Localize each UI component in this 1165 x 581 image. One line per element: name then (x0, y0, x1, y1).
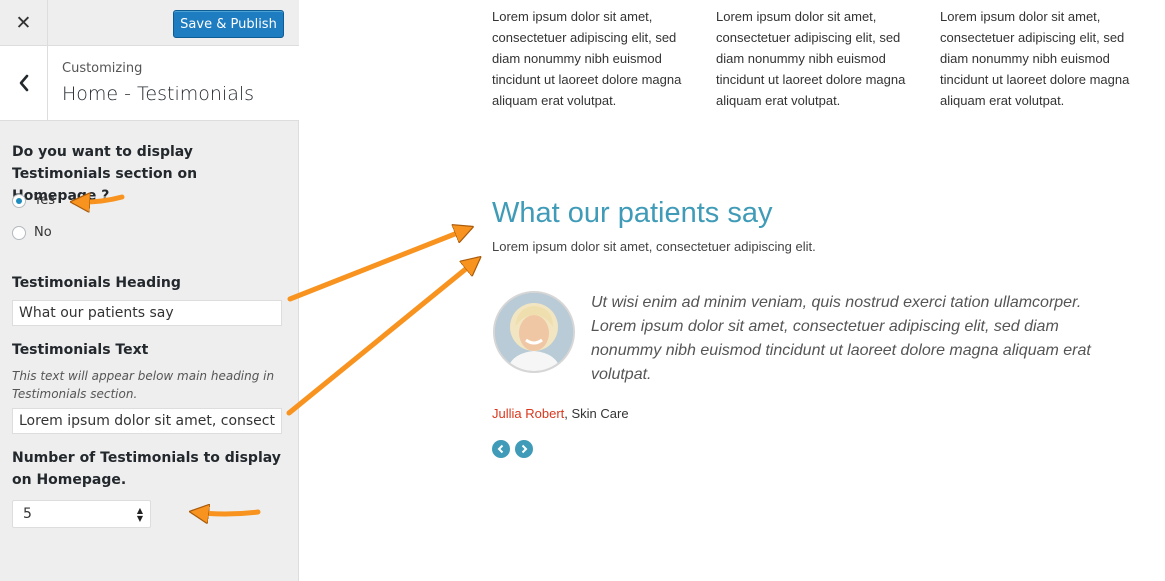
back-button[interactable] (0, 46, 48, 120)
feature-text-1: Lorem ipsum dolor sit amet, consectetuer… (492, 9, 682, 108)
customizer-header: ✕ Save & Publish (0, 0, 299, 46)
close-icon: ✕ (15, 12, 32, 34)
chevron-left-icon (497, 444, 504, 454)
prev-testimonial-button[interactable] (492, 440, 510, 458)
testimonial-quote: Ut wisi enim ad minim veniam, quis nostr… (591, 294, 1091, 383)
testimonials-text-description: This text will appear below main heading… (12, 369, 275, 401)
number-select-value: 5 (23, 506, 32, 522)
number-testimonials-select[interactable]: 5 ▲ ▼ (12, 500, 151, 528)
save-publish-button[interactable]: Save & Publish (173, 10, 284, 38)
testimonial-author: Jullia Robert, Skin Care (492, 406, 629, 421)
next-testimonial-button[interactable] (515, 440, 533, 458)
testimonials-heading-label: Testimonials Heading (12, 275, 181, 291)
close-customizer-button[interactable]: ✕ (0, 0, 48, 46)
testimonials-text-label: Testimonials Text (12, 342, 149, 358)
customizer-sidebar: ✕ Save & Publish Customizing Home - Test… (0, 0, 299, 581)
feature-text-3: Lorem ipsum dolor sit amet, consectetuer… (940, 9, 1130, 108)
chevron-right-icon (521, 444, 528, 454)
arrow-heading (287, 228, 470, 302)
radio-yes-circle[interactable] (12, 193, 26, 208)
radio-yes-label: Yes (34, 193, 55, 208)
testimonials-heading: What our patients say (492, 197, 773, 229)
testimonials-heading-input[interactable] (12, 300, 282, 326)
author-name: Jullia Robert (492, 406, 565, 421)
testimonials-text-input[interactable] (12, 408, 282, 434)
radio-no-label: No (34, 225, 52, 240)
select-arrows-icon: ▲ ▼ (136, 506, 143, 523)
chevron-left-icon (19, 74, 28, 92)
radio-no-circle[interactable] (12, 225, 26, 240)
feature-text-2: Lorem ipsum dolor sit amet, consectetuer… (716, 9, 906, 108)
radio-selected-dot (16, 197, 22, 204)
author-role: Skin Care (571, 406, 629, 421)
testimonial-avatar (493, 291, 575, 373)
author-separator: , (564, 406, 572, 421)
section-subtitle: Customizing (62, 61, 143, 76)
testimonials-subtext: Lorem ipsum dolor sit amet, consectetuer… (492, 239, 816, 254)
section-header: Customizing Home - Testimonials (0, 46, 299, 121)
number-testimonials-label: Number of Testimonials to display on Hom… (12, 450, 281, 488)
section-title: Home - Testimonials (62, 83, 255, 105)
radio-yes[interactable]: Yes (12, 193, 55, 208)
radio-no[interactable]: No (12, 225, 52, 240)
arrow-text (286, 259, 478, 416)
